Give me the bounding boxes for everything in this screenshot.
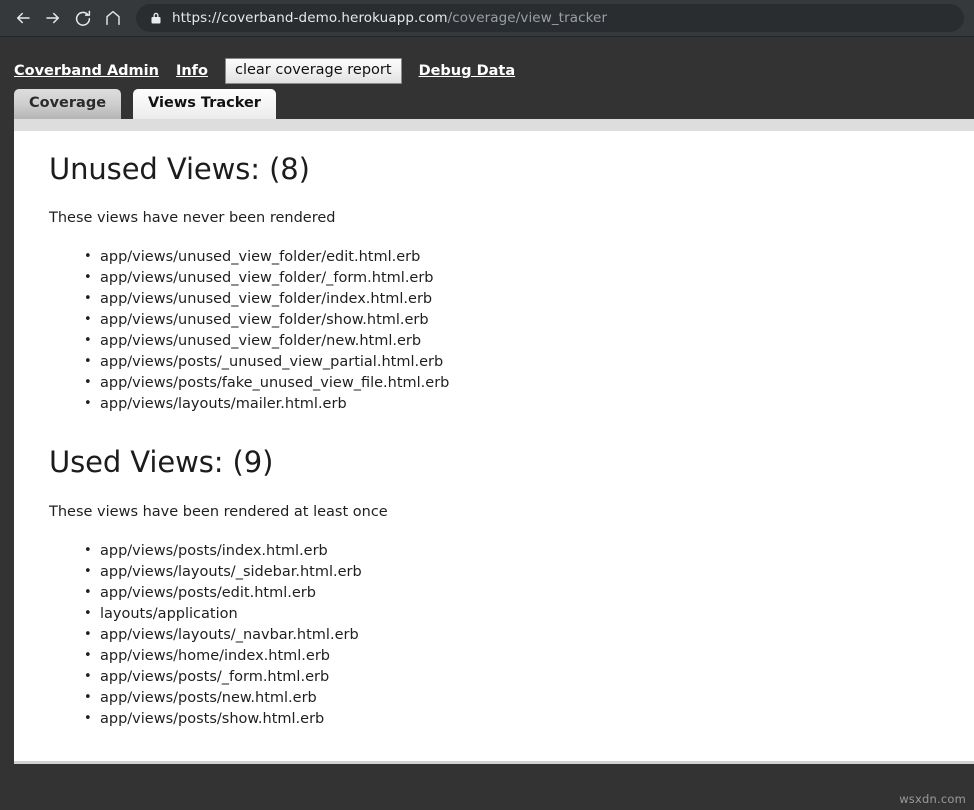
used-views-list: app/views/posts/index.html.erb app/views… [82,540,974,730]
tab-views-tracker[interactable]: Views Tracker [133,88,276,119]
address-bar[interactable]: https://coverband-demo.herokuapp.com/cov… [136,4,964,32]
list-item: app/views/posts/_form.html.erb [82,666,974,688]
tab-coverage[interactable]: Coverage [14,88,122,119]
reload-icon [74,9,92,27]
nav-link-info[interactable]: Info [176,63,208,79]
home-icon [104,9,122,27]
used-views-heading: Used Views: (9) [49,445,274,480]
unused-views-list: app/views/unused_view_folder/edit.html.e… [82,246,974,415]
list-item: app/views/home/index.html.erb [82,645,974,667]
list-item: app/views/unused_view_folder/show.html.e… [82,309,974,331]
back-button[interactable] [8,3,38,33]
list-item: app/views/unused_view_folder/_form.html.… [82,267,974,289]
section-divider [49,415,974,446]
unused-views-description: These views have never been rendered [49,210,336,227]
list-item: app/views/unused_view_folder/index.html.… [82,288,974,310]
list-item: app/views/posts/show.html.erb [82,708,974,730]
list-item: app/views/layouts/_sidebar.html.erb [82,561,974,583]
tab-bar: Coverage Views Tracker [0,88,974,119]
list-item: app/views/posts/new.html.erb [82,687,974,709]
lock-icon [150,11,162,25]
used-views-description: These views have been rendered at least … [49,503,388,520]
list-item: layouts/application [82,603,974,625]
content-panel: Unused Views: (8) These views have never… [14,119,974,764]
url-text: https://coverband-demo.herokuapp.com/cov… [172,10,607,26]
nav-link-coverband-admin[interactable]: Coverband Admin [14,63,159,79]
url-path: /coverage/view_tracker [447,10,608,26]
list-item: app/views/posts/edit.html.erb [82,582,974,604]
coverband-navbar: Coverband Admin Info clear coverage repo… [0,37,974,89]
home-button[interactable] [98,3,128,33]
unused-views-heading: Unused Views: (8) [49,152,310,186]
nav-link-debug-data[interactable]: Debug Data [419,63,516,79]
forward-arrow-icon [44,9,62,27]
content-inner: Unused Views: (8) These views have never… [14,131,974,730]
list-item: app/views/posts/_unused_view_partial.htm… [82,351,974,373]
forward-button[interactable] [38,3,68,33]
reload-button[interactable] [68,3,98,33]
url-origin: https://coverband-demo.herokuapp.com [172,10,448,26]
list-item: app/views/layouts/_navbar.html.erb [82,624,974,646]
watermark: wsxdn.com [899,792,966,806]
back-arrow-icon [14,9,32,27]
list-item: app/views/layouts/mailer.html.erb [82,393,974,415]
list-item: app/views/posts/fake_unused_view_file.ht… [82,372,974,394]
clear-coverage-report-button[interactable]: clear coverage report [224,58,402,84]
list-item: app/views/unused_view_folder/edit.html.e… [82,246,974,268]
page-body: Coverband Admin Info clear coverage repo… [0,37,974,810]
list-item: app/views/unused_view_folder/new.html.er… [82,330,974,352]
list-item: app/views/posts/index.html.erb [82,540,974,562]
browser-toolbar: https://coverband-demo.herokuapp.com/cov… [0,0,974,37]
